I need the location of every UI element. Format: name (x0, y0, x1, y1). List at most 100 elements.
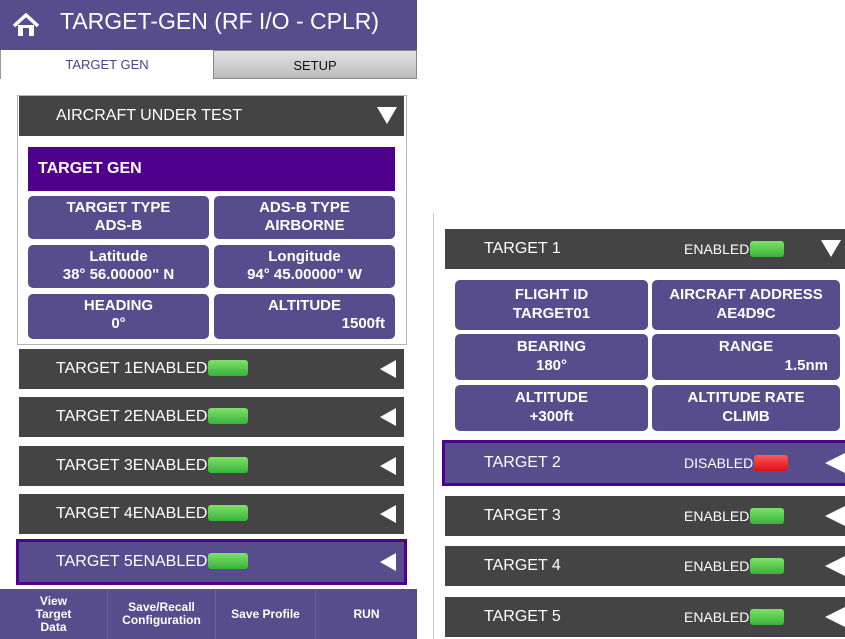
field-label: TARGET TYPE (66, 199, 171, 216)
field-label: ALTITUDE RATE (687, 389, 805, 406)
field-value: 180° (535, 357, 568, 374)
target-status: ENABLED (684, 558, 750, 574)
chevron-left-icon (825, 452, 845, 474)
target-row-4[interactable]: TARGET 4ENABLED (19, 494, 404, 534)
status-lamp-icon (208, 457, 249, 473)
save-recall-configuration-button[interactable]: Save/Recall Configuration (108, 589, 216, 639)
field-value: ADS-B (94, 217, 143, 234)
target-label: TARGET 3 (484, 507, 561, 524)
tab-target-gen[interactable]: TARGET GEN (0, 50, 213, 79)
field-value: AE4D9C (716, 305, 776, 322)
altitude-field[interactable]: ALTITUDE +300ft (455, 385, 648, 431)
chevron-left-icon (380, 553, 396, 571)
tab-setup[interactable]: SETUP (213, 50, 417, 79)
target-label: TARGET 1 (56, 360, 133, 377)
field-label: FLIGHT ID (514, 286, 589, 303)
field-label: Latitude (89, 248, 148, 265)
heading-field[interactable]: HEADING 0° (28, 294, 209, 339)
target-row-1[interactable]: TARGET 1ENABLED (19, 349, 404, 389)
latitude-field[interactable]: Latitude 38° 56.00000" N (28, 245, 209, 288)
target-status: ENABLED (684, 508, 750, 524)
longitude-field[interactable]: Longitude 94° 45.00000" W (214, 245, 395, 288)
field-value: 0° (111, 315, 126, 332)
view-target-data-button[interactable]: View Target Data (0, 589, 108, 639)
save-profile-button[interactable]: Save Profile (216, 589, 316, 639)
target-3-row[interactable]: TARGET 3 ENABLED (445, 496, 845, 536)
target-row-5[interactable]: TARGET 5ENABLED (16, 539, 407, 585)
altitude-rate-field[interactable]: ALTITUDE RATE CLIMB (652, 385, 840, 431)
target-label: TARGET 5 (56, 553, 133, 570)
range-field[interactable]: RANGE 1.5nm (652, 334, 840, 380)
target-label: TARGET 1 (484, 240, 561, 257)
field-label: AIRCRAFT ADDRESS (669, 286, 823, 303)
target-status: ENABLED (684, 241, 750, 257)
target-label: TARGET 4 (484, 557, 561, 574)
tab-label: SETUP (293, 58, 337, 73)
tab-bar: TARGET GEN SETUP (0, 50, 417, 79)
chevron-left-icon (380, 457, 396, 475)
page-title: TARGET-GEN (RF I/O - CPLR) (60, 8, 380, 34)
field-value: 1.5nm (784, 357, 828, 374)
target-row-2[interactable]: TARGET 2ENABLED (19, 397, 404, 437)
target-status: ENABLED (132, 553, 208, 570)
run-button[interactable]: RUN (316, 589, 417, 639)
bearing-field[interactable]: BEARING 180° (455, 334, 648, 380)
altitude-field[interactable]: ALTITUDE 1500ft (214, 294, 395, 339)
target-5-row[interactable]: TARGET 5 ENABLED (445, 597, 845, 637)
target-type-field[interactable]: TARGET TYPE ADS-B (28, 196, 209, 239)
status-lamp-icon (750, 508, 785, 524)
chevron-down-icon (377, 107, 397, 124)
target-label: TARGET 2 (484, 454, 561, 471)
bottom-toolbar: View Target Data Save/Recall Configurati… (0, 589, 417, 639)
target-status: ENABLED (132, 457, 208, 474)
target-label: TARGET 5 (484, 608, 561, 625)
target-1-expanded-row[interactable]: TARGET 1 ENABLED (445, 229, 845, 269)
field-label: HEADING (83, 297, 154, 314)
target-status: ENABLED (684, 609, 750, 625)
field-value: AIRBORNE (264, 217, 345, 234)
aircraft-under-test-dropdown[interactable]: AIRCRAFT UNDER TEST (19, 96, 404, 136)
status-lamp-icon (208, 408, 249, 424)
target-label: TARGET 3 (56, 457, 133, 474)
status-lamp-icon (208, 505, 249, 521)
dropdown-label: AIRCRAFT UNDER TEST (56, 107, 243, 124)
status-lamp-icon (750, 241, 785, 257)
aircraft-address-field[interactable]: AIRCRAFT ADDRESS AE4D9C (652, 280, 840, 330)
target-status: ENABLED (132, 360, 208, 377)
target-label: TARGET 2 (56, 408, 133, 425)
status-lamp-icon (208, 553, 249, 569)
status-lamp-icon (750, 558, 785, 574)
target-4-row[interactable]: TARGET 4 ENABLED (445, 546, 845, 586)
home-icon[interactable] (12, 12, 40, 38)
chevron-left-icon (825, 505, 845, 527)
field-value: 1500ft (341, 315, 385, 332)
flight-id-field[interactable]: FLIGHT ID TARGET01 (455, 280, 648, 330)
target-row-3[interactable]: TARGET 3ENABLED (19, 446, 404, 486)
field-label: RANGE (718, 338, 774, 355)
target-gen-header: TARGET GEN (28, 147, 395, 191)
chevron-left-icon (825, 606, 845, 628)
divider (433, 213, 434, 639)
title-bar: TARGET-GEN (RF I/O - CPLR) (0, 0, 417, 50)
field-label: ALTITUDE (267, 297, 342, 314)
field-label: Longitude (268, 248, 341, 265)
target-label: TARGET 4 (56, 505, 133, 522)
target-2-row[interactable]: TARGET 2 DISABLED (442, 440, 845, 486)
field-value: 94° 45.00000" W (247, 266, 362, 283)
chevron-down-icon (821, 240, 841, 257)
field-label: ALTITUDE (514, 389, 589, 406)
field-value: +300ft (529, 408, 574, 425)
field-value: 38° 56.00000" N (62, 266, 175, 283)
field-value: CLIMB (722, 408, 770, 425)
chevron-left-icon (380, 408, 396, 426)
status-lamp-icon (754, 455, 789, 471)
status-lamp-icon (750, 609, 785, 625)
left-panel: TARGET-GEN (RF I/O - CPLR) TARGET GEN SE… (0, 0, 417, 639)
tab-label: TARGET GEN (65, 57, 149, 72)
chevron-left-icon (380, 360, 396, 378)
adsb-type-field[interactable]: ADS-B TYPE AIRBORNE (214, 196, 395, 239)
target-status: DISABLED (684, 455, 754, 471)
target-status: ENABLED (132, 505, 208, 522)
section-heading: TARGET GEN (38, 160, 142, 177)
status-lamp-icon (208, 360, 249, 376)
